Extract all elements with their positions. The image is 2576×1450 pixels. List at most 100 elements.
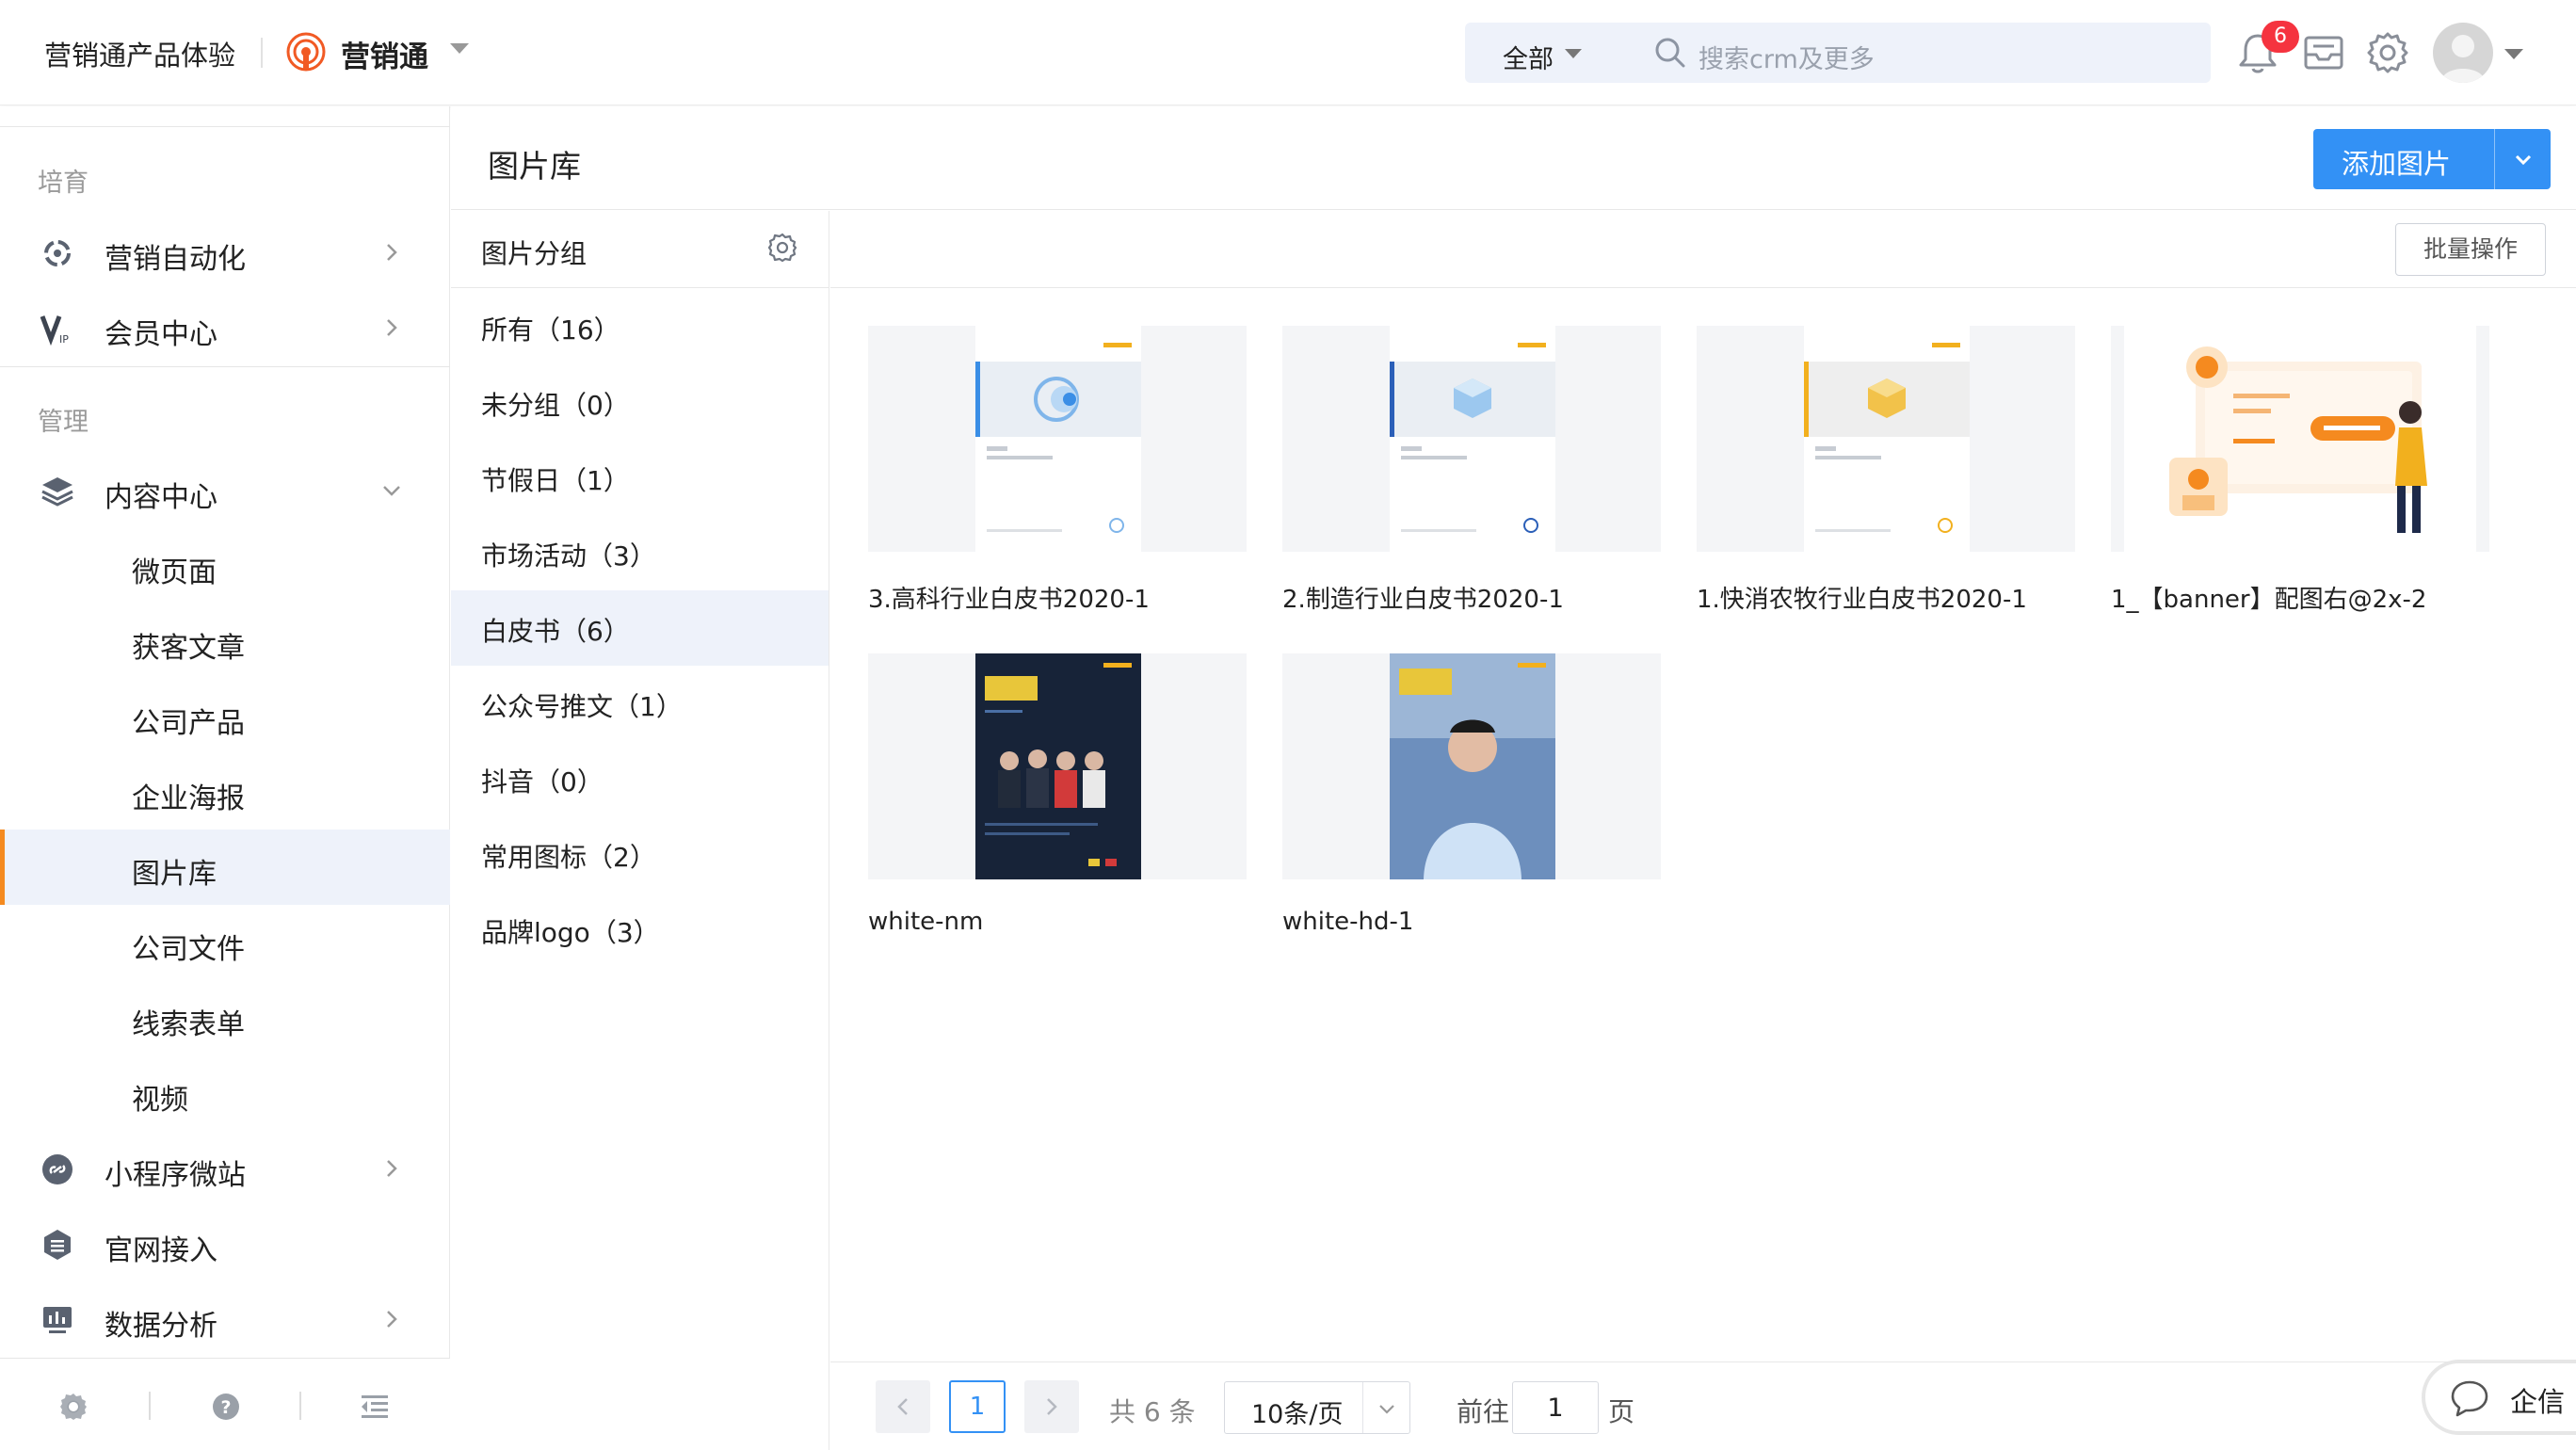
sidebar-sub-files[interactable]: 公司文件 bbox=[0, 905, 450, 980]
sidebar-sub-label: 线索表单 bbox=[132, 1008, 245, 1041]
group-item-all[interactable]: 所有（16） bbox=[451, 289, 829, 364]
group-item-label: 抖音（0） bbox=[481, 766, 604, 798]
goto-label: 前往 bbox=[1457, 1396, 1510, 1427]
sidebar-item-label: 营销自动化 bbox=[105, 243, 246, 276]
group-item-label: 白皮书（6） bbox=[481, 616, 630, 647]
chevron-right-icon bbox=[387, 319, 397, 336]
whitepaper-cover-image bbox=[1390, 326, 1555, 552]
sidebar-item-mini-program[interactable]: 小程序微站 bbox=[0, 1131, 450, 1206]
sidebar-sub-video[interactable]: 视频 bbox=[0, 1055, 450, 1131]
image-thumbnail[interactable] bbox=[2111, 326, 2489, 552]
next-page-button[interactable] bbox=[1024, 1380, 1079, 1433]
chevron-down-icon[interactable] bbox=[2511, 148, 2536, 172]
add-image-label: 添加图片 bbox=[2342, 148, 2452, 180]
image-thumbnail[interactable] bbox=[1282, 653, 1661, 879]
group-item-wechat-post[interactable]: 公众号推文（1） bbox=[451, 666, 829, 741]
image-name: 1_【banner】配图右@2x-2 bbox=[2111, 586, 2427, 614]
sidebar-item-website[interactable]: 官网接入 bbox=[0, 1206, 450, 1281]
avatar-person-icon bbox=[2440, 35, 2486, 83]
prev-page-button[interactable] bbox=[876, 1380, 930, 1433]
search-scope-select[interactable]: 全部 bbox=[1503, 39, 1554, 75]
sidebar-item-content-center[interactable]: 内容中心 bbox=[0, 453, 450, 528]
brand-divider bbox=[261, 38, 263, 68]
scope-caret-icon[interactable] bbox=[1565, 49, 1582, 58]
notification-badge: 6 bbox=[2262, 21, 2299, 53]
user-avatar[interactable] bbox=[2433, 23, 2493, 83]
sidebar-sub-label: 获客文章 bbox=[132, 632, 245, 665]
sidebar-sub-lead-forms[interactable]: 线索表单 bbox=[0, 980, 450, 1055]
add-image-button[interactable]: 添加图片 bbox=[2313, 129, 2551, 189]
image-thumbnail[interactable] bbox=[868, 326, 1247, 552]
button-separator bbox=[2494, 129, 2495, 189]
sidebar-item-member[interactable]: IP 会员中心 bbox=[0, 290, 450, 365]
section-manage: 管理 bbox=[38, 408, 89, 437]
settings-gear-icon[interactable] bbox=[2363, 28, 2412, 77]
batch-operation-button[interactable]: 批量操作 bbox=[2395, 223, 2546, 276]
poster-cover-image bbox=[975, 653, 1141, 879]
image-thumbnail[interactable] bbox=[868, 653, 1247, 879]
svg-text:IP: IP bbox=[59, 333, 69, 346]
image-thumbnail[interactable] bbox=[1697, 326, 2075, 552]
poster-cover-image bbox=[1390, 653, 1555, 879]
page-title: 图片库 bbox=[488, 148, 581, 185]
pagination-total: 共 6 条 bbox=[1109, 1396, 1196, 1427]
group-settings-icon[interactable] bbox=[766, 232, 798, 264]
group-item-whitepaper[interactable]: 白皮书（6） bbox=[451, 590, 829, 666]
app-name[interactable]: 营销通 bbox=[341, 33, 428, 75]
inbox-icon[interactable] bbox=[2299, 28, 2348, 77]
sidebar-sub-image-library[interactable]: 图片库 bbox=[0, 830, 450, 905]
chevron-right-icon bbox=[387, 244, 397, 261]
group-item-label: 未分组（0） bbox=[481, 390, 630, 421]
sidebar-sub-micro-page[interactable]: 微页面 bbox=[0, 528, 450, 604]
chevron-right-icon bbox=[387, 1311, 397, 1328]
sidebar-sub-label: 公司产品 bbox=[132, 707, 245, 740]
layers-icon bbox=[41, 477, 73, 507]
group-item-brand-logo[interactable]: 品牌logo（3） bbox=[451, 892, 829, 967]
footer-divider bbox=[299, 1392, 301, 1420]
chart-icon bbox=[43, 1307, 72, 1333]
page-suffix-label: 页 bbox=[1608, 1396, 1635, 1427]
group-item-label: 公众号推文（1） bbox=[481, 691, 683, 722]
sidebar-sub-products[interactable]: 公司产品 bbox=[0, 679, 450, 754]
sidebar-item-label: 官网接入 bbox=[105, 1234, 217, 1267]
gear-icon[interactable] bbox=[56, 1390, 90, 1424]
group-item-ungrouped[interactable]: 未分组（0） bbox=[451, 364, 829, 440]
image-name: 1.快消农牧行业白皮书2020-1 bbox=[1697, 586, 2027, 614]
automation-icon bbox=[44, 240, 71, 266]
sidebar-sub-posters[interactable]: 企业海报 bbox=[0, 754, 450, 830]
image-thumbnail[interactable] bbox=[1282, 326, 1661, 552]
sidebar-divider bbox=[0, 366, 450, 367]
page-size-select[interactable]: 10条/页 bbox=[1224, 1381, 1410, 1434]
footer-divider bbox=[149, 1392, 151, 1420]
group-item-label: 节假日（1） bbox=[481, 465, 630, 496]
global-search[interactable]: 全部 搜索crm及更多 bbox=[1465, 23, 2211, 83]
sidebar-item-label: 内容中心 bbox=[105, 481, 217, 514]
search-input[interactable]: 搜索crm及更多 bbox=[1699, 39, 1875, 75]
sidebar-sub-articles[interactable]: 获客文章 bbox=[0, 604, 450, 679]
sidebar-sub-label: 企业海报 bbox=[132, 782, 245, 815]
chevron-right-icon bbox=[1047, 1398, 1057, 1415]
app-switch-caret-icon[interactable] bbox=[450, 43, 469, 54]
goto-page-input[interactable] bbox=[1512, 1381, 1599, 1434]
group-item-icons[interactable]: 常用图标（2） bbox=[451, 816, 829, 892]
group-item-douyin[interactable]: 抖音（0） bbox=[451, 741, 829, 816]
pagination-divider bbox=[830, 1361, 2576, 1362]
chat-bubble-icon bbox=[2451, 1380, 2488, 1417]
product-title[interactable]: 营销通产品体验 bbox=[44, 34, 235, 73]
avatar-caret-icon[interactable] bbox=[2504, 49, 2523, 59]
image-name: 3.高科行业白皮书2020-1 bbox=[868, 586, 1150, 614]
page-number-current[interactable]: 1 bbox=[949, 1380, 1006, 1433]
collapse-menu-icon[interactable] bbox=[358, 1390, 392, 1424]
sidebar-item-label: 小程序微站 bbox=[105, 1159, 246, 1192]
whitepaper-cover-image bbox=[1804, 326, 1970, 552]
image-name: white-hd-1 bbox=[1282, 908, 1414, 936]
link-icon bbox=[42, 1154, 72, 1184]
sidebar-item-automation[interactable]: 营销自动化 bbox=[0, 215, 450, 290]
group-item-holiday[interactable]: 节假日（1） bbox=[451, 440, 829, 515]
help-icon[interactable]: ? bbox=[209, 1390, 243, 1424]
group-item-campaign[interactable]: 市场活动（3） bbox=[451, 515, 829, 590]
qixin-chat-widget[interactable]: 企信 bbox=[2422, 1360, 2576, 1435]
broadcast-logo-icon bbox=[286, 32, 326, 72]
sidebar-item-data-analysis[interactable]: 数据分析 bbox=[0, 1281, 450, 1357]
banner-illustration-image bbox=[2124, 326, 2476, 552]
